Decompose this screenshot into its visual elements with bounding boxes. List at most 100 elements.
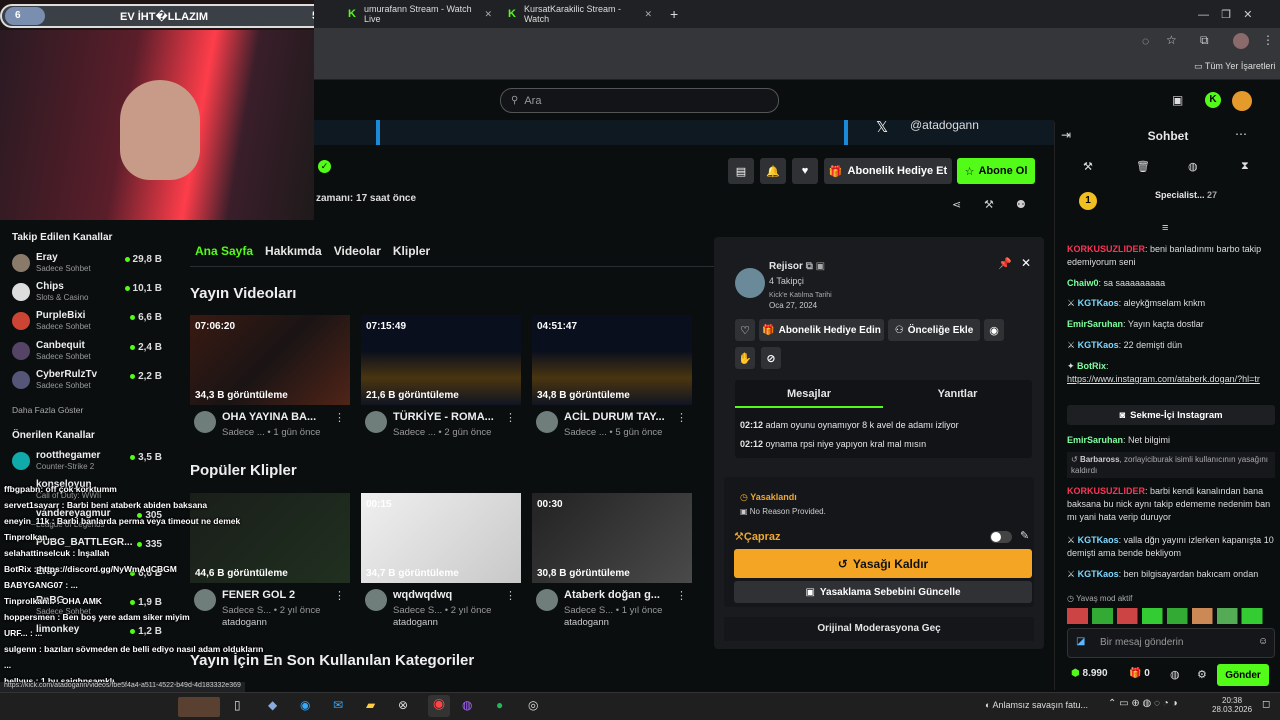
clip-thumbnail[interactable]: 00:15 34,7 B görüntüleme [361, 493, 521, 583]
cross-toggle[interactable] [990, 531, 1012, 543]
tab-umurafann[interactable]: K umurafann Stream - Watch Live ✕ [340, 3, 500, 25]
avatar[interactable] [536, 589, 558, 611]
more-icon[interactable]: ⋮ [505, 411, 516, 424]
close-icon[interactable]: ✕ [484, 9, 492, 20]
all-bookmarks[interactable]: ▭ Tüm Yer İşaretleri [1194, 61, 1275, 72]
subscribe-button[interactable]: ☆ Abone Ol [957, 158, 1035, 184]
clips-button[interactable]: ▤ [728, 158, 754, 184]
avatar[interactable] [365, 589, 387, 611]
copilot-icon[interactable]: ◆ [268, 698, 277, 712]
follow-button[interactable]: ♡ [735, 319, 755, 341]
window-controls[interactable]: — ❐ ✕ [1190, 3, 1261, 25]
trash-icon[interactable]: 🗑 [1136, 160, 1150, 173]
clip-title[interactable]: wqdwqdwq [393, 589, 452, 601]
xbox-icon[interactable]: ⊗ [398, 698, 408, 712]
outlook-icon[interactable]: ✉ [333, 698, 343, 712]
sidebar-channel[interactable]: Chips Slots & Casino 10,1 B [12, 281, 162, 303]
video-thumbnail[interactable]: 04:51:47 34,8 B görüntüleme [532, 315, 692, 405]
video-title[interactable]: ACİL DURUM TAY... [564, 411, 665, 423]
chat-bubble-icon[interactable]: ◍ [1170, 668, 1180, 681]
gear-icon[interactable]: ⚙ [1197, 668, 1207, 681]
eye-icon[interactable]: ◉ [984, 319, 1004, 341]
edge-icon[interactable]: ◉ [300, 698, 310, 712]
tray-icons[interactable]: ⌃ ▭ ⊕ ◍ ◌ ◔ ◑ [1108, 698, 1178, 709]
clock[interactable]: 20:38 28.03.2026 [1212, 696, 1252, 714]
avatar[interactable] [365, 411, 387, 433]
share-icon[interactable]: ⋖ [952, 198, 961, 211]
more-icon[interactable]: ⋮ [505, 589, 516, 602]
tab-about[interactable]: Hakkımda [265, 244, 322, 258]
user-icon[interactable]: ⚉ [1016, 198, 1026, 211]
original-mod-button[interactable]: Orijinal Moderasyona Geç [724, 617, 1034, 641]
notification-button[interactable]: 🔔 [760, 158, 786, 184]
emoji-icon[interactable]: ☺ [1258, 636, 1268, 647]
news-widget[interactable]: ◐ Anlamsız savaşın fatu... [985, 700, 1088, 710]
sidebar-channel[interactable]: Canbequit Sadece Sohbet 2,4 B [12, 340, 162, 362]
eye-off-icon[interactable]: ◌ [1142, 34, 1149, 48]
close-icon[interactable]: ✕ [644, 9, 652, 20]
search-input[interactable]: ⚲ Ara [500, 88, 779, 113]
gift-sub-button[interactable]: 🎁 Abonelik Hediye Et [824, 158, 952, 184]
notification-icon[interactable]: ◻ [1262, 699, 1270, 710]
show-more-link[interactable]: Daha Fazla Göster [12, 405, 83, 415]
points[interactable]: ⬢ 8.990 [1071, 668, 1108, 679]
kick-logo-icon[interactable]: K [1205, 92, 1221, 108]
sidebar-channel[interactable]: PurpleBixi Sadece Sohbet 6,6 B [12, 310, 162, 332]
tab-home[interactable]: Ana Sayfa [195, 244, 253, 258]
spotify-icon[interactable]: ● [496, 698, 503, 712]
follow-button[interactable]: ♥ [792, 158, 818, 184]
rewards-icon[interactable]: ▣ [1172, 93, 1183, 107]
profile-avatar[interactable] [1233, 33, 1249, 49]
chat-link[interactable]: https://www.instagram.com/ataberk.dogan/… [1067, 374, 1260, 384]
clip-thumbnail[interactable]: 00:30 30,8 B görüntüleme [532, 493, 692, 583]
unban-button[interactable]: ↺ Yasağı Kaldır [734, 549, 1032, 578]
tab-videos[interactable]: Videolar [334, 244, 381, 258]
video-thumbnail[interactable]: 07:15:49 21,6 B görüntüleme [361, 315, 521, 405]
discord-icon[interactable]: ◍ [462, 698, 472, 712]
video-card[interactable]: 07:15:49 21,6 B görüntüleme TÜRKİYE - RO… [361, 315, 521, 438]
chevron-down-icon[interactable]: ≡ [1162, 222, 1168, 234]
sidebar-channel[interactable]: rootthegamer Counter-Strike 2 3,5 B [12, 450, 162, 472]
ban-icon[interactable]: ⊘ [761, 347, 781, 369]
tab-replies[interactable]: Yanıtlar [883, 380, 1032, 408]
priority-button[interactable]: ⚇ Önceliğe Ekle [888, 319, 980, 341]
hourglass-icon[interactable]: ⧗ [1241, 160, 1249, 173]
tab-messages[interactable]: Mesajlar [735, 380, 883, 408]
hammer-icon[interactable]: ⚒ [1083, 160, 1093, 173]
send-button[interactable]: Gönder [1217, 664, 1269, 686]
gift-sub-button[interactable]: 🎁 Abonelik Hediye Edin [759, 319, 884, 341]
pin-icon[interactable]: 📌 [998, 257, 1012, 270]
update-reason-button[interactable]: ▣ Yasaklama Sebebini Güncelle [734, 581, 1032, 603]
video-thumbnail[interactable]: 07:06:20 34,3 B görüntüleme [190, 315, 350, 405]
obs-icon[interactable]: ◎ [528, 698, 538, 712]
avatar[interactable] [194, 411, 216, 433]
more-icon[interactable]: ⋮ [676, 589, 687, 602]
tab-kursatkarakilic[interactable]: K KursatKarakilic Stream - Watch ✕ [500, 3, 660, 25]
more-icon[interactable]: ⋮ [334, 411, 345, 424]
more-icon[interactable]: ⋮ [334, 589, 345, 602]
more-icon[interactable]: ⋯ [1235, 127, 1247, 141]
clip-title[interactable]: Ataberk doğan g... [564, 589, 660, 601]
video-card[interactable]: 07:06:20 34,3 B görüntüleme OHA YAYINA B… [190, 315, 350, 438]
emote-bar[interactable] [1067, 608, 1275, 624]
clip-card[interactable]: 00:30 30,8 B görüntüleme Ataberk doğan g… [532, 493, 692, 628]
pinned-user[interactable]: Specialist... 27 [1155, 190, 1217, 200]
gift-count[interactable]: 🎁 0 [1129, 668, 1150, 679]
edit-icon[interactable]: ✎ [1020, 529, 1029, 542]
sidebar-channel[interactable]: CyberRulzTv Sadece Sohbet 2,2 B [12, 369, 162, 391]
copy-icon[interactable]: ⧉ ▣ [806, 261, 825, 272]
folder-icon[interactable]: ▰ [366, 698, 375, 712]
close-icon[interactable]: ✕ [1021, 256, 1031, 270]
video-card[interactable]: 04:51:47 34,8 B görüntüleme ACİL DURUM T… [532, 315, 692, 438]
clip-channel[interactable]: atadogann [564, 617, 609, 628]
chat-input[interactable]: ◪ Bir mesaj gönderin ☺ [1067, 628, 1275, 658]
chat-bubble-icon[interactable]: ◍ [1188, 160, 1198, 173]
video-title[interactable]: OHA YAYINA BA... [222, 411, 316, 423]
widgets-icon[interactable] [178, 697, 220, 717]
mod-icon[interactable]: ⚒ [984, 198, 994, 211]
hand-icon[interactable]: ✋ [735, 347, 755, 369]
sidebar-channel[interactable]: Eray Sadece Sohbet 29,8 B [12, 252, 162, 274]
menu-icon[interactable]: ⋮ [1262, 33, 1274, 47]
user-avatar[interactable] [1232, 91, 1252, 111]
avatar[interactable] [536, 411, 558, 433]
